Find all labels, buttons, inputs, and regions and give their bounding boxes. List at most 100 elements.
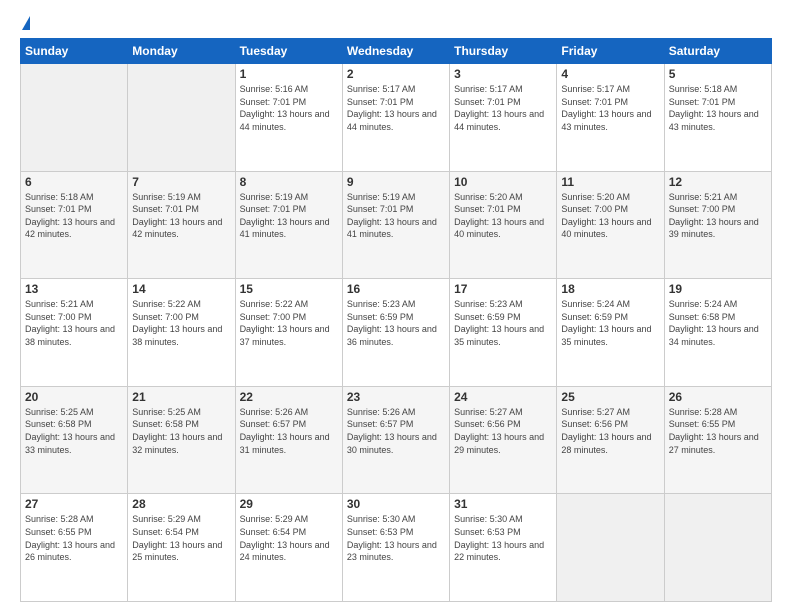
day-info: Sunrise: 5:25 AMSunset: 6:58 PMDaylight:… — [132, 406, 230, 456]
day-number: 6 — [25, 175, 123, 189]
day-info: Sunrise: 5:21 AMSunset: 7:00 PMDaylight:… — [25, 298, 123, 348]
day-number: 23 — [347, 390, 445, 404]
weekday-header-row: SundayMondayTuesdayWednesdayThursdayFrid… — [21, 39, 772, 64]
calendar-cell: 3 Sunrise: 5:17 AMSunset: 7:01 PMDaylight… — [450, 64, 557, 172]
calendar-table: SundayMondayTuesdayWednesdayThursdayFrid… — [20, 38, 772, 602]
calendar-cell — [21, 64, 128, 172]
calendar-cell: 1 Sunrise: 5:16 AMSunset: 7:01 PMDaylight… — [235, 64, 342, 172]
day-number: 10 — [454, 175, 552, 189]
calendar-cell: 5 Sunrise: 5:18 AMSunset: 7:01 PMDaylight… — [664, 64, 771, 172]
weekday-header-monday: Monday — [128, 39, 235, 64]
day-number: 9 — [347, 175, 445, 189]
calendar-cell: 10 Sunrise: 5:20 AMSunset: 7:01 PMDayligh… — [450, 171, 557, 279]
day-number: 20 — [25, 390, 123, 404]
day-number: 25 — [561, 390, 659, 404]
header — [20, 18, 772, 30]
day-number: 29 — [240, 497, 338, 511]
calendar-cell: 14 Sunrise: 5:22 AMSunset: 7:00 PMDayligh… — [128, 279, 235, 387]
week-row-1: 1 Sunrise: 5:16 AMSunset: 7:01 PMDaylight… — [21, 64, 772, 172]
calendar-cell — [557, 494, 664, 602]
day-number: 13 — [25, 282, 123, 296]
day-number: 24 — [454, 390, 552, 404]
calendar-cell: 11Sunrise: 5:20 AMSunset: 7:00 PMDayligh… — [557, 171, 664, 279]
day-number: 2 — [347, 67, 445, 81]
weekday-header-wednesday: Wednesday — [342, 39, 449, 64]
calendar-cell: 21 Sunrise: 5:25 AMSunset: 6:58 PMDayligh… — [128, 386, 235, 494]
day-number: 12 — [669, 175, 767, 189]
weekday-header-tuesday: Tuesday — [235, 39, 342, 64]
day-info: Sunrise: 5:23 AMSunset: 6:59 PMDaylight:… — [454, 298, 552, 348]
day-number: 1 — [240, 67, 338, 81]
calendar-cell: 6 Sunrise: 5:18 AMSunset: 7:01 PMDaylight… — [21, 171, 128, 279]
day-number: 17 — [454, 282, 552, 296]
calendar-cell: 30 Sunrise: 5:30 AMSunset: 6:53 PMDayligh… — [342, 494, 449, 602]
day-info: Sunrise: 5:28 AMSunset: 6:55 PMDaylight:… — [669, 406, 767, 456]
day-info: Sunrise: 5:27 AMSunset: 6:56 PMDaylight:… — [561, 406, 659, 456]
calendar-cell: 16Sunrise: 5:23 AMSunset: 6:59 PMDayligh… — [342, 279, 449, 387]
calendar-cell: 4Sunrise: 5:17 AMSunset: 7:01 PMDaylight… — [557, 64, 664, 172]
day-info: Sunrise: 5:30 AMSunset: 6:53 PMDaylight:… — [454, 513, 552, 563]
day-number: 31 — [454, 497, 552, 511]
day-number: 7 — [132, 175, 230, 189]
day-info: Sunrise: 5:30 AMSunset: 6:53 PMDaylight:… — [347, 513, 445, 563]
calendar-cell: 2 Sunrise: 5:17 AMSunset: 7:01 PMDaylight… — [342, 64, 449, 172]
day-info: Sunrise: 5:19 AMSunset: 7:01 PMDaylight:… — [132, 191, 230, 241]
calendar-cell: 23Sunrise: 5:26 AMSunset: 6:57 PMDayligh… — [342, 386, 449, 494]
calendar-cell: 17 Sunrise: 5:23 AMSunset: 6:59 PMDayligh… — [450, 279, 557, 387]
calendar-cell: 28Sunrise: 5:29 AMSunset: 6:54 PMDayligh… — [128, 494, 235, 602]
calendar-cell: 20Sunrise: 5:25 AMSunset: 6:58 PMDayligh… — [21, 386, 128, 494]
day-info: Sunrise: 5:24 AMSunset: 6:59 PMDaylight:… — [561, 298, 659, 348]
calendar-cell — [664, 494, 771, 602]
day-number: 22 — [240, 390, 338, 404]
week-row-3: 13 Sunrise: 5:21 AMSunset: 7:00 PMDayligh… — [21, 279, 772, 387]
calendar-cell: 7 Sunrise: 5:19 AMSunset: 7:01 PMDaylight… — [128, 171, 235, 279]
day-number: 14 — [132, 282, 230, 296]
day-info: Sunrise: 5:19 AMSunset: 7:01 PMDaylight:… — [240, 191, 338, 241]
day-number: 4 — [561, 67, 659, 81]
day-number: 3 — [454, 67, 552, 81]
day-info: Sunrise: 5:29 AMSunset: 6:54 PMDaylight:… — [240, 513, 338, 563]
day-info: Sunrise: 5:18 AMSunset: 7:01 PMDaylight:… — [669, 83, 767, 133]
calendar-cell: 27Sunrise: 5:28 AMSunset: 6:55 PMDayligh… — [21, 494, 128, 602]
day-number: 16 — [347, 282, 445, 296]
logo-triangle-icon — [22, 16, 30, 30]
day-number: 18 — [561, 282, 659, 296]
day-info: Sunrise: 5:18 AMSunset: 7:01 PMDaylight:… — [25, 191, 123, 241]
calendar-cell — [128, 64, 235, 172]
calendar-cell: 8Sunrise: 5:19 AMSunset: 7:01 PMDaylight… — [235, 171, 342, 279]
weekday-header-thursday: Thursday — [450, 39, 557, 64]
page: SundayMondayTuesdayWednesdayThursdayFrid… — [0, 0, 792, 612]
day-info: Sunrise: 5:21 AMSunset: 7:00 PMDaylight:… — [669, 191, 767, 241]
calendar-cell: 31 Sunrise: 5:30 AMSunset: 6:53 PMDayligh… — [450, 494, 557, 602]
day-number: 21 — [132, 390, 230, 404]
week-row-5: 27Sunrise: 5:28 AMSunset: 6:55 PMDayligh… — [21, 494, 772, 602]
day-info: Sunrise: 5:22 AMSunset: 7:00 PMDaylight:… — [132, 298, 230, 348]
calendar-cell: 29 Sunrise: 5:29 AMSunset: 6:54 PMDayligh… — [235, 494, 342, 602]
day-number: 30 — [347, 497, 445, 511]
day-number: 5 — [669, 67, 767, 81]
calendar-cell: 12 Sunrise: 5:21 AMSunset: 7:00 PMDayligh… — [664, 171, 771, 279]
day-number: 28 — [132, 497, 230, 511]
weekday-header-saturday: Saturday — [664, 39, 771, 64]
calendar-cell: 15Sunrise: 5:22 AMSunset: 7:00 PMDayligh… — [235, 279, 342, 387]
day-info: Sunrise: 5:20 AMSunset: 7:01 PMDaylight:… — [454, 191, 552, 241]
day-info: Sunrise: 5:16 AMSunset: 7:01 PMDaylight:… — [240, 83, 338, 133]
calendar-cell: 13 Sunrise: 5:21 AMSunset: 7:00 PMDayligh… — [21, 279, 128, 387]
day-info: Sunrise: 5:28 AMSunset: 6:55 PMDaylight:… — [25, 513, 123, 563]
day-info: Sunrise: 5:17 AMSunset: 7:01 PMDaylight:… — [454, 83, 552, 133]
calendar-cell: 18 Sunrise: 5:24 AMSunset: 6:59 PMDayligh… — [557, 279, 664, 387]
calendar-cell: 19 Sunrise: 5:24 AMSunset: 6:58 PMDayligh… — [664, 279, 771, 387]
weekday-header-friday: Friday — [557, 39, 664, 64]
day-number: 11 — [561, 175, 659, 189]
day-info: Sunrise: 5:17 AMSunset: 7:01 PMDaylight:… — [347, 83, 445, 133]
day-number: 19 — [669, 282, 767, 296]
day-number: 26 — [669, 390, 767, 404]
week-row-4: 20 Sunrise: 5:25 AMSunset: 6:58 PMDayligh… — [21, 386, 772, 494]
calendar-cell: 9Sunrise: 5:19 AMSunset: 7:01 PMDaylight… — [342, 171, 449, 279]
logo — [20, 18, 30, 30]
calendar-cell: 24Sunrise: 5:27 AMSunset: 6:56 PMDayligh… — [450, 386, 557, 494]
day-number: 15 — [240, 282, 338, 296]
day-info: Sunrise: 5:24 AMSunset: 6:58 PMDaylight:… — [669, 298, 767, 348]
weekday-header-sunday: Sunday — [21, 39, 128, 64]
week-row-2: 6 Sunrise: 5:18 AMSunset: 7:01 PMDaylight… — [21, 171, 772, 279]
